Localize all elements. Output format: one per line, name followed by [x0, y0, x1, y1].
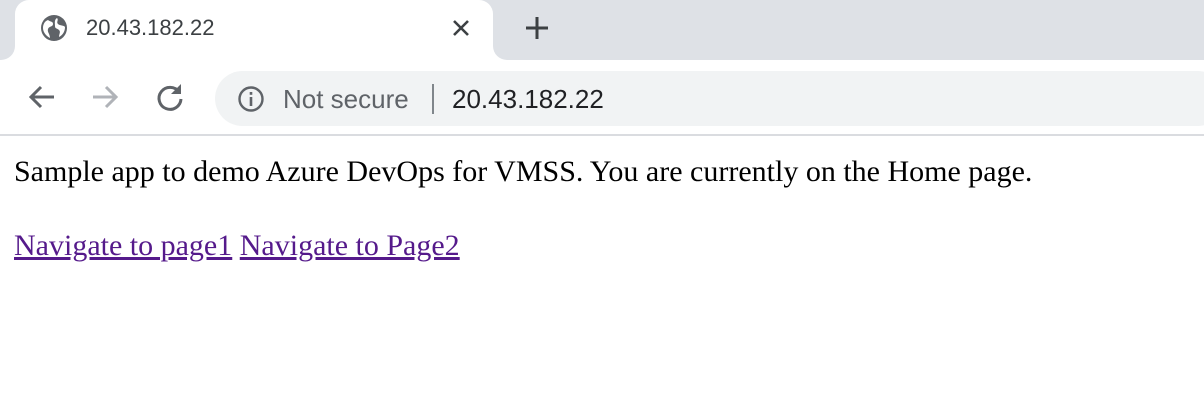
active-tab[interactable]: 20.43.182.22: [15, 0, 493, 60]
page-description: Sample app to demo Azure DevOps for VMSS…: [14, 155, 1033, 188]
address-bar[interactable]: Not secure 20.43.182.22: [215, 71, 1204, 126]
globe-icon: [40, 14, 68, 42]
url-text[interactable]: 20.43.182.22: [452, 83, 604, 115]
tab-title: 20.43.182.22: [86, 15, 215, 40]
omnibox-divider: [432, 84, 434, 114]
browser-window: 20.43.182.22 Not secure 20.43.182.22 Sam…: [0, 0, 1204, 419]
info-icon[interactable]: [237, 85, 265, 113]
tab-strip: 20.43.182.22: [0, 0, 1204, 60]
toolbar: Not secure 20.43.182.22: [0, 60, 1204, 136]
reload-icon[interactable]: [154, 81, 186, 113]
page-content: Sample app to demo Azure DevOps for VMSS…: [0, 136, 1204, 419]
link-page2[interactable]: Navigate to Page2: [240, 229, 460, 262]
link-page1[interactable]: Navigate to page1: [14, 229, 232, 262]
nav-links: Navigate to page1 Navigate to Page2: [14, 228, 460, 264]
security-label[interactable]: Not secure: [283, 83, 409, 115]
close-icon[interactable]: [449, 16, 473, 40]
forward-arrow-icon[interactable]: [89, 81, 121, 113]
back-arrow-icon[interactable]: [26, 81, 58, 113]
plus-icon[interactable]: [522, 13, 552, 43]
